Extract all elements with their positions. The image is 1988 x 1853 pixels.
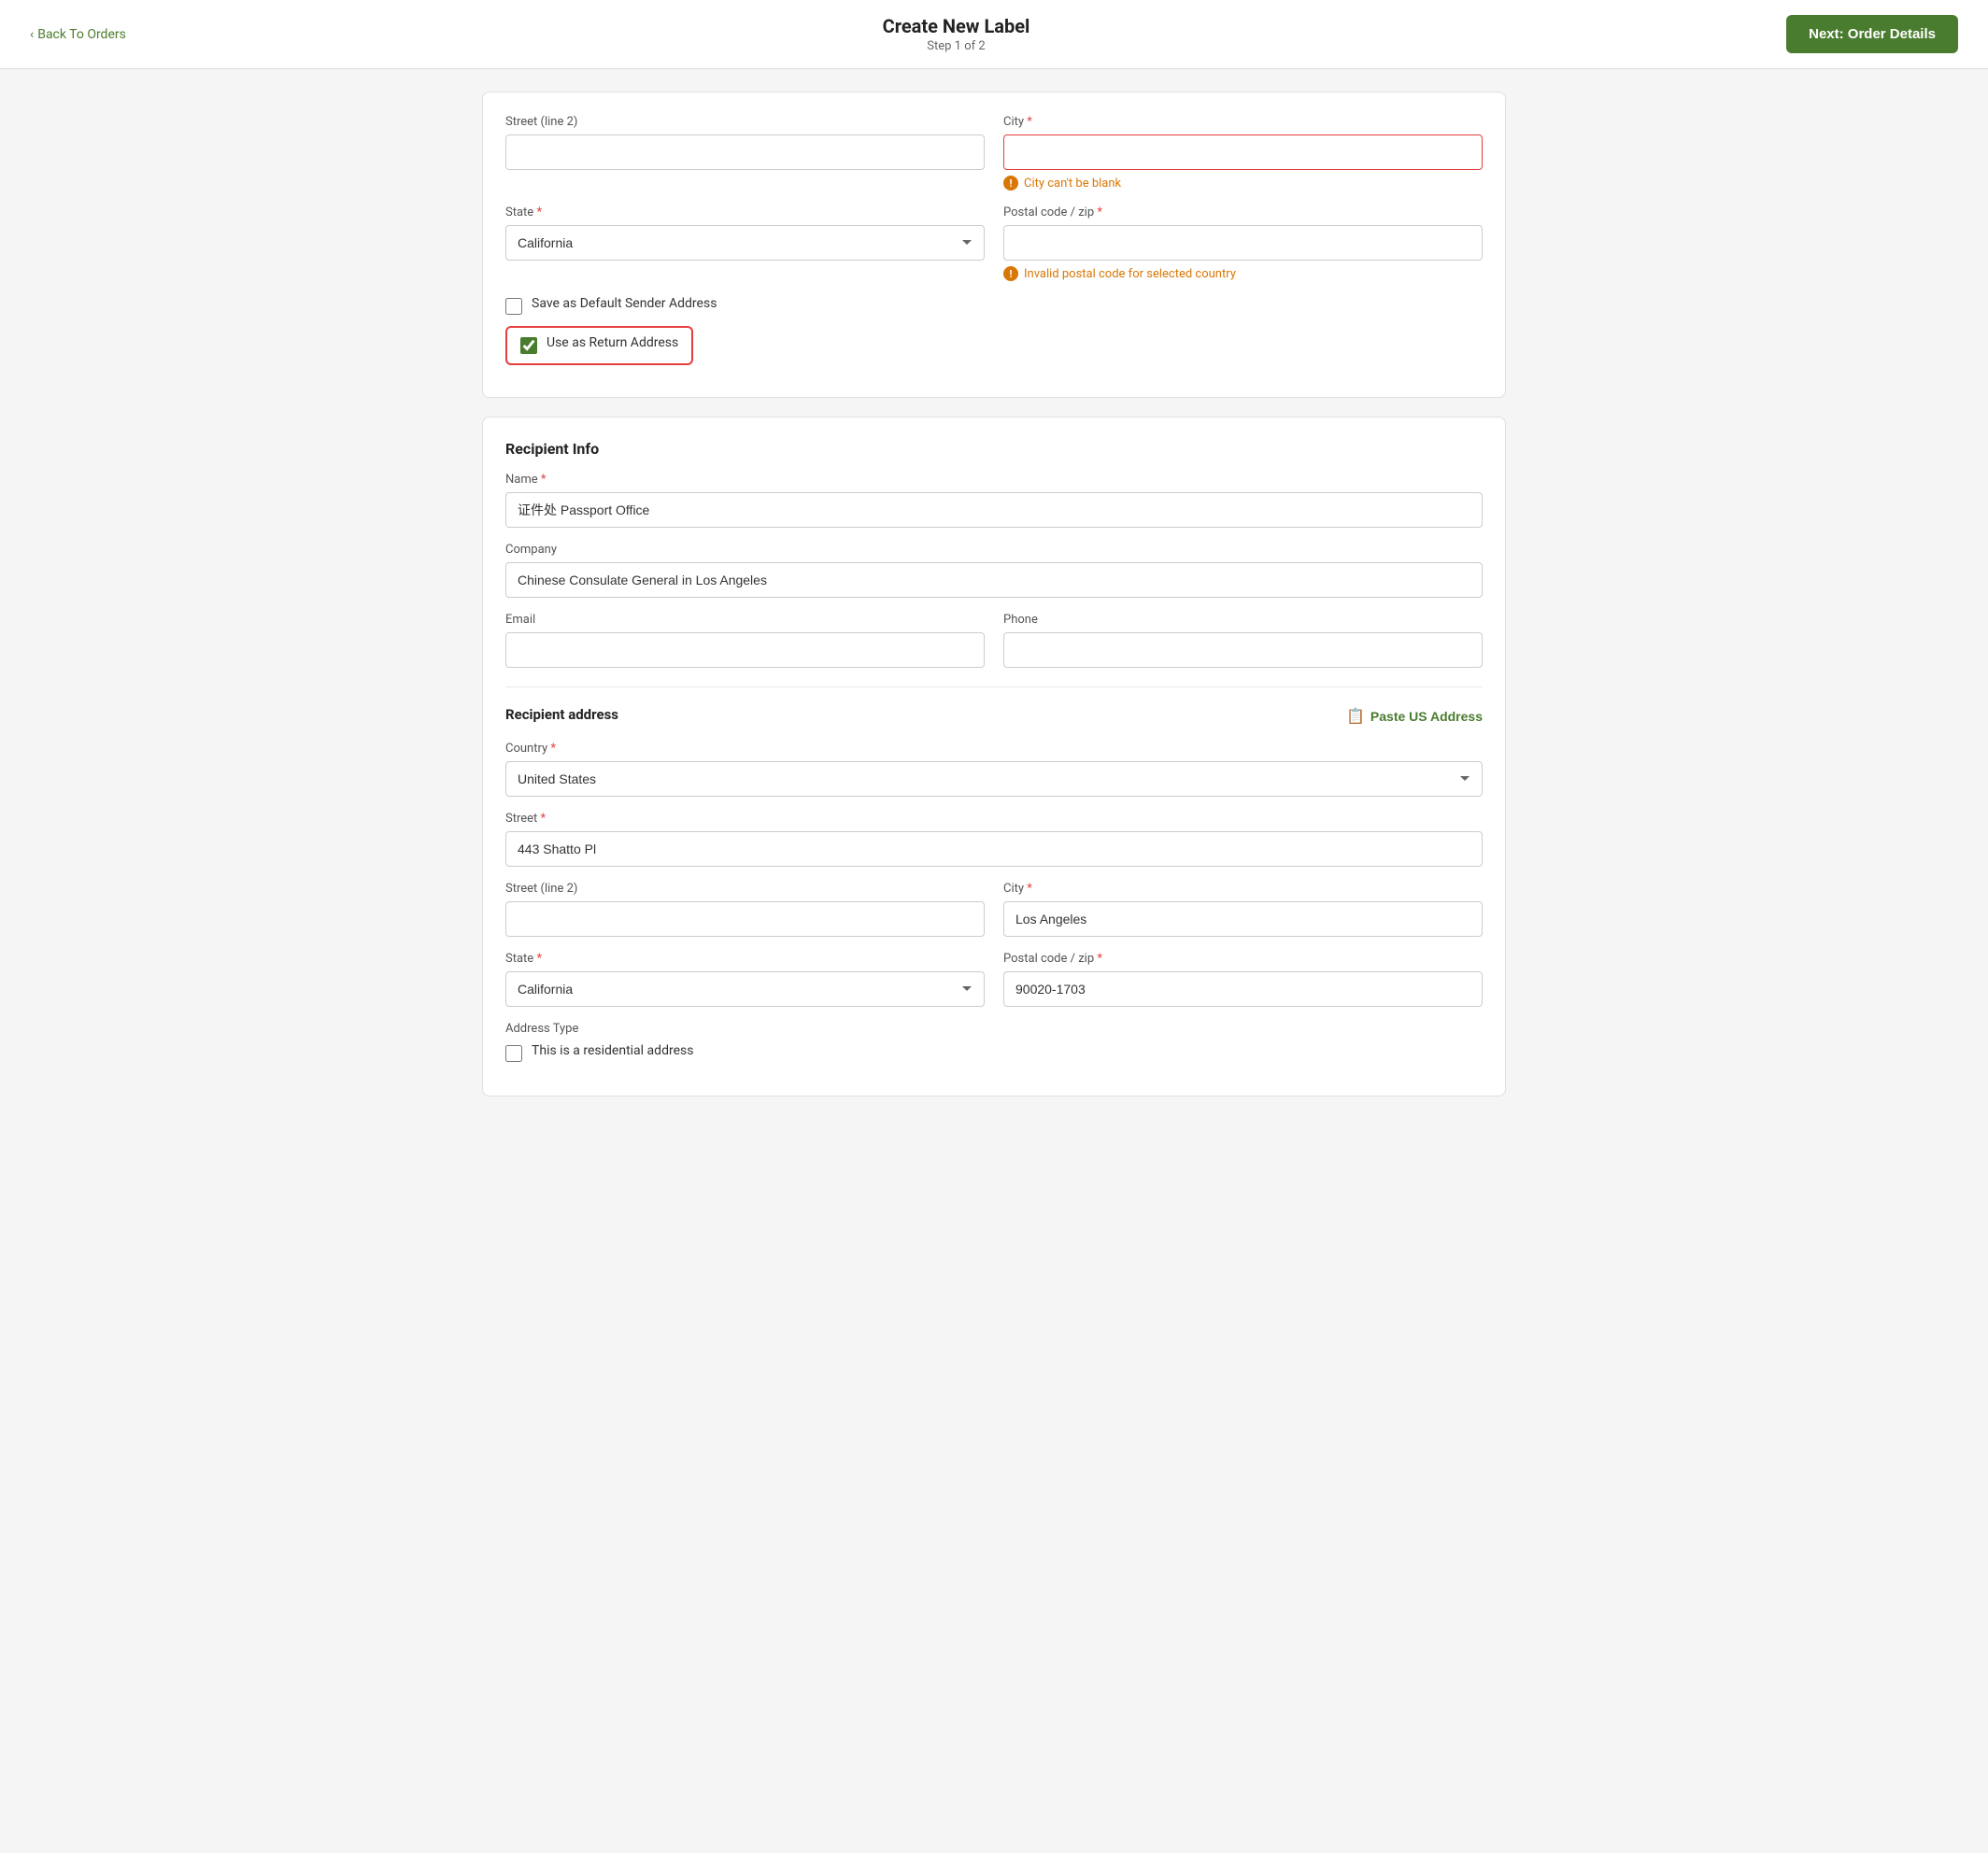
company-input[interactable] xyxy=(505,562,1483,598)
page-header: ‹ Back To Orders Create New Label Step 1… xyxy=(0,0,1988,69)
address-type-label: Address Type xyxy=(505,1022,1483,1036)
paste-icon: 📋 xyxy=(1346,707,1365,726)
state-postal-row: State * California Alabama Alaska Califo… xyxy=(505,205,1483,281)
back-label: Back To Orders xyxy=(37,27,126,42)
recipient-state-postal-row: State * Alabama Alaska California Postal… xyxy=(505,952,1483,1007)
country-label: Country * xyxy=(505,742,1483,756)
name-col: Name * xyxy=(505,473,1483,528)
state-select[interactable]: California Alabama Alaska California xyxy=(505,225,985,261)
company-label: Company xyxy=(505,543,1483,557)
postal-input[interactable] xyxy=(1003,225,1483,261)
city-label: City * xyxy=(1003,115,1483,129)
postal-error-message: ! Invalid postal code for selected count… xyxy=(1003,266,1483,281)
recipient-state-select[interactable]: Alabama Alaska California xyxy=(505,971,985,1007)
back-chevron-icon: ‹ xyxy=(30,27,34,42)
recipient-postal-col: Postal code / zip * xyxy=(1003,952,1483,1007)
recipient-city-input[interactable] xyxy=(1003,901,1483,937)
recipient-state-col: State * Alabama Alaska California xyxy=(505,952,985,1007)
city-input[interactable] xyxy=(1003,134,1483,170)
city-error-text: City can't be blank xyxy=(1024,177,1121,191)
phone-input[interactable] xyxy=(1003,632,1483,668)
name-required-mark: * xyxy=(541,473,547,487)
name-label: Name * xyxy=(505,473,1483,487)
country-select[interactable]: United States Canada China xyxy=(505,761,1483,797)
country-row: Country * United States Canada China xyxy=(505,742,1483,797)
recipient-postal-label: Postal code / zip * xyxy=(1003,952,1483,966)
email-input[interactable] xyxy=(505,632,985,668)
paste-label: Paste US Address xyxy=(1370,709,1483,724)
city-col: City * ! City can't be blank xyxy=(1003,115,1483,191)
city-error-icon: ! xyxy=(1003,176,1018,191)
recipient-postal-required-mark: * xyxy=(1097,952,1102,966)
back-to-orders-link[interactable]: ‹ Back To Orders xyxy=(30,27,126,42)
use-return-label[interactable]: Use as Return Address xyxy=(547,335,678,350)
city-error-message: ! City can't be blank xyxy=(1003,176,1483,191)
country-required-mark: * xyxy=(550,742,556,756)
page-title: Create New Label xyxy=(883,15,1030,37)
postal-col: Postal code / zip * ! Invalid postal cod… xyxy=(1003,205,1483,281)
use-return-box: Use as Return Address xyxy=(505,326,693,365)
divider xyxy=(505,686,1483,687)
recipient-street2-city-row: Street (line 2) City * xyxy=(505,882,1483,937)
residential-label[interactable]: This is a residential address xyxy=(532,1043,693,1058)
company-row: Company xyxy=(505,543,1483,598)
street-label: Street * xyxy=(505,812,1483,826)
recipient-city-required-mark: * xyxy=(1027,882,1032,896)
recipient-state-required-mark: * xyxy=(536,952,542,966)
name-input[interactable] xyxy=(505,492,1483,528)
recipient-city-col: City * xyxy=(1003,882,1483,937)
company-col: Company xyxy=(505,543,1483,598)
residential-row: This is a residential address xyxy=(505,1043,1483,1064)
name-row: Name * xyxy=(505,473,1483,528)
email-phone-row: Email Phone xyxy=(505,613,1483,668)
next-order-details-button[interactable]: Next: Order Details xyxy=(1786,15,1958,53)
street2-city-row: Street (line 2) City * ! City can't be b… xyxy=(505,115,1483,191)
email-label: Email xyxy=(505,613,985,627)
street-required-mark: * xyxy=(541,812,547,826)
street2-col: Street (line 2) xyxy=(505,115,985,191)
email-col: Email xyxy=(505,613,985,668)
recipient-address-title: Recipient address xyxy=(505,706,618,723)
recipient-postal-input[interactable] xyxy=(1003,971,1483,1007)
street-row: Street * xyxy=(505,812,1483,867)
recipient-state-label: State * xyxy=(505,952,985,966)
postal-required-mark: * xyxy=(1097,205,1102,219)
street-col: Street * xyxy=(505,812,1483,867)
street-input[interactable] xyxy=(505,831,1483,867)
recipient-street2-input[interactable] xyxy=(505,901,985,937)
state-label: State * xyxy=(505,205,985,219)
recipient-address-header: Recipient address 📋 Paste US Address xyxy=(505,706,1483,727)
sender-address-section: Street (line 2) City * ! City can't be b… xyxy=(482,92,1506,398)
save-default-checkbox[interactable] xyxy=(505,298,522,315)
address-type-section: Address Type This is a residential addre… xyxy=(505,1022,1483,1064)
save-default-row: Save as Default Sender Address xyxy=(505,296,1483,317)
street2-input[interactable] xyxy=(505,134,985,170)
residential-checkbox[interactable] xyxy=(505,1045,522,1062)
main-content: Street (line 2) City * ! City can't be b… xyxy=(452,69,1536,1138)
phone-col: Phone xyxy=(1003,613,1483,668)
phone-label: Phone xyxy=(1003,613,1483,627)
postal-error-text: Invalid postal code for selected country xyxy=(1024,267,1236,281)
paste-us-address-button[interactable]: 📋 Paste US Address xyxy=(1346,707,1483,726)
recipient-city-label: City * xyxy=(1003,882,1483,896)
save-default-label[interactable]: Save as Default Sender Address xyxy=(532,296,717,311)
use-return-row: Use as Return Address xyxy=(505,326,1483,365)
recipient-street2-col: Street (line 2) xyxy=(505,882,985,937)
street2-label: Street (line 2) xyxy=(505,115,985,129)
city-required-mark: * xyxy=(1027,115,1032,129)
recipient-section-title: Recipient Info xyxy=(505,440,1483,458)
state-required-mark: * xyxy=(536,205,542,219)
recipient-street2-label: Street (line 2) xyxy=(505,882,985,896)
postal-label: Postal code / zip * xyxy=(1003,205,1483,219)
step-indicator: Step 1 of 2 xyxy=(883,39,1030,53)
state-col: State * California Alabama Alaska Califo… xyxy=(505,205,985,281)
use-return-checkbox[interactable] xyxy=(520,337,537,354)
header-center: Create New Label Step 1 of 2 xyxy=(883,15,1030,53)
postal-error-icon: ! xyxy=(1003,266,1018,281)
country-col: Country * United States Canada China xyxy=(505,742,1483,797)
recipient-section: Recipient Info Name * Company Email xyxy=(482,417,1506,1096)
